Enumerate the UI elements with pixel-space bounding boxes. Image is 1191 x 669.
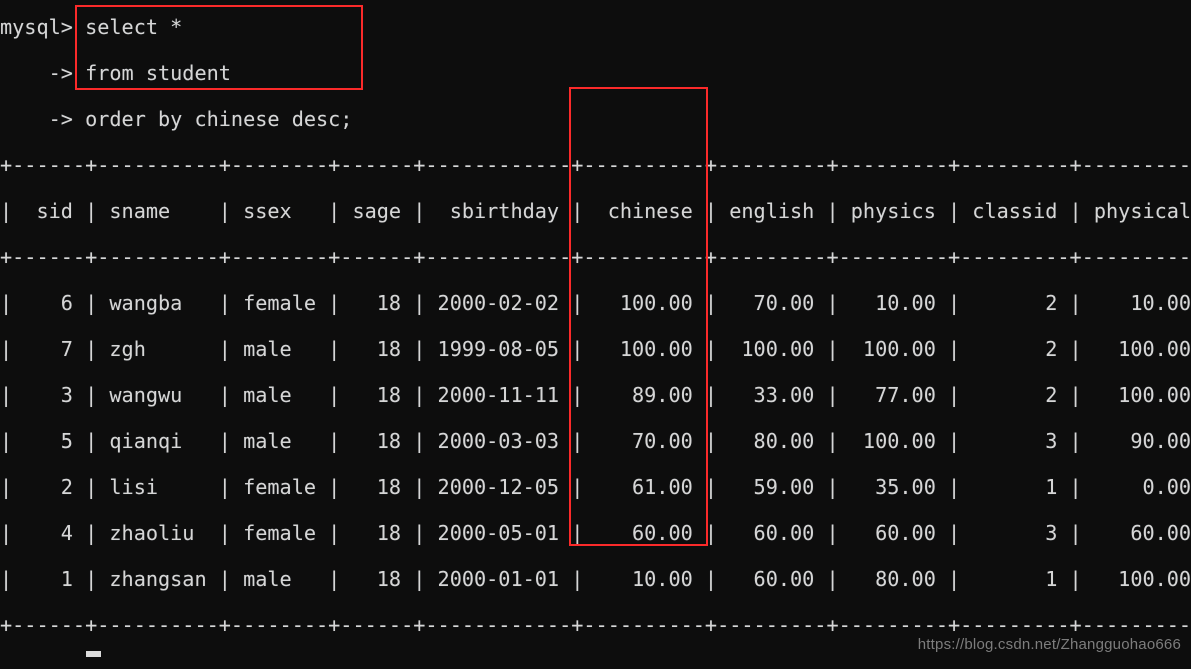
watermark: https://blog.csdn.net/Zhangguohao666 bbox=[917, 636, 1181, 653]
terminal-window: mysql> select * -> from student -> order… bbox=[0, 0, 1191, 669]
block-cursor bbox=[86, 651, 101, 657]
terminal-output[interactable]: mysql> select * -> from student -> order… bbox=[0, 0, 1191, 669]
